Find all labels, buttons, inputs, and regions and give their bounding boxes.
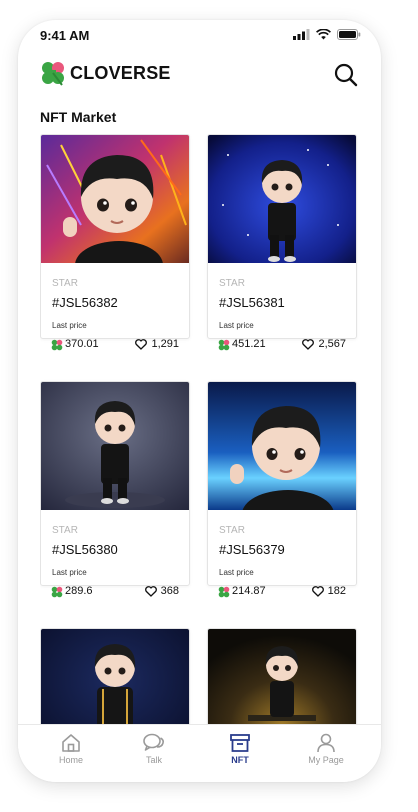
- like-count[interactable]: 1,291: [135, 338, 179, 350]
- last-price-label: Last price: [219, 568, 254, 577]
- clover-coin-icon: [51, 586, 63, 598]
- nft-id: #JSL56381: [219, 295, 285, 310]
- home-icon: [62, 734, 80, 752]
- tab-label: Talk: [145, 755, 162, 765]
- app-header: CLOVERSE: [18, 58, 381, 92]
- tab-nft[interactable]: NFT: [205, 731, 275, 765]
- price-row: 370.01 1,291: [51, 338, 179, 354]
- heart-icon: [135, 338, 148, 350]
- nft-card[interactable]: STAR #JSL56380 Last price: [40, 381, 190, 586]
- like-number: 368: [160, 585, 179, 597]
- nft-category: STAR: [52, 278, 78, 289]
- phone-frame: 9:41 AM CLOVERSE NFT Market STAR #JSL563…: [18, 20, 381, 782]
- tab-label: NFT: [231, 755, 249, 765]
- battery-icon: [337, 29, 361, 40]
- nft-image: [41, 382, 189, 510]
- nft-image: [41, 135, 189, 263]
- person-icon: [317, 733, 335, 753]
- nft-image: [208, 382, 356, 510]
- nft-id: #JSL56380: [52, 542, 118, 557]
- nft-price: 370.01: [65, 338, 99, 350]
- heart-icon: [311, 585, 324, 597]
- app-logo[interactable]: CLOVERSE: [40, 60, 171, 86]
- wifi-icon: [316, 29, 331, 40]
- nft-id: #JSL56382: [52, 295, 118, 310]
- price-row: 289.6 368: [51, 585, 179, 601]
- signal-icon: [293, 29, 310, 40]
- clover-logo-icon: [42, 62, 64, 86]
- last-price-label: Last price: [219, 321, 254, 330]
- status-icons: [293, 29, 361, 40]
- last-price-label: Last price: [52, 321, 87, 330]
- heart-icon: [144, 585, 157, 597]
- tab-talk[interactable]: Talk: [119, 731, 189, 765]
- heart-icon: [302, 338, 315, 350]
- clover-coin-icon: [218, 339, 230, 351]
- nft-card[interactable]: [207, 628, 357, 724]
- nft-category: STAR: [219, 525, 245, 536]
- archive-box-icon: [230, 734, 250, 752]
- like-count[interactable]: 368: [144, 585, 179, 597]
- nft-price: 451.21: [232, 338, 266, 350]
- nft-card[interactable]: [40, 628, 190, 724]
- clover-coin-icon: [51, 339, 63, 351]
- nft-image: [208, 629, 356, 724]
- nft-grid: STAR #JSL56382 Last price STAR #JSL56381…: [40, 134, 360, 724]
- clover-coin-icon: [218, 586, 230, 598]
- section-title: NFT Market: [40, 109, 117, 125]
- nft-card[interactable]: STAR #JSL56381 Last price: [207, 134, 357, 339]
- chat-icon: [143, 733, 165, 751]
- bottom-tab-bar: Home Talk NFT My Page: [18, 724, 381, 782]
- tab-label: My Page: [308, 755, 344, 765]
- nft-price: 214.87: [232, 585, 266, 597]
- nft-id: #JSL56379: [219, 542, 285, 557]
- search-button[interactable]: [333, 62, 359, 88]
- like-number: 1,291: [151, 338, 179, 350]
- price-row: 451.21 2,567: [218, 338, 346, 354]
- like-number: 182: [327, 585, 346, 597]
- last-price-label: Last price: [52, 568, 87, 577]
- nft-image: [208, 135, 356, 263]
- like-count[interactable]: 182: [311, 585, 346, 597]
- like-number: 2,567: [318, 338, 346, 350]
- nft-image: [41, 629, 189, 724]
- tab-home[interactable]: Home: [36, 731, 106, 765]
- nft-category: STAR: [219, 278, 245, 289]
- tab-label: Home: [58, 755, 83, 765]
- status-time: 9:41 AM: [40, 28, 90, 43]
- nft-category: STAR: [52, 525, 78, 536]
- search-icon: [334, 63, 358, 87]
- nft-price: 289.6: [65, 585, 93, 597]
- app-name: CLOVERSE: [70, 62, 171, 83]
- nft-card[interactable]: STAR #JSL56382 Last price: [40, 134, 190, 339]
- nft-card[interactable]: STAR #JSL56379 Last price: [207, 381, 357, 586]
- price-row: 214.87 182: [218, 585, 346, 601]
- like-count[interactable]: 2,567: [302, 338, 346, 350]
- tab-my-page[interactable]: My Page: [291, 731, 361, 765]
- status-bar: 9:41 AM: [18, 20, 381, 50]
